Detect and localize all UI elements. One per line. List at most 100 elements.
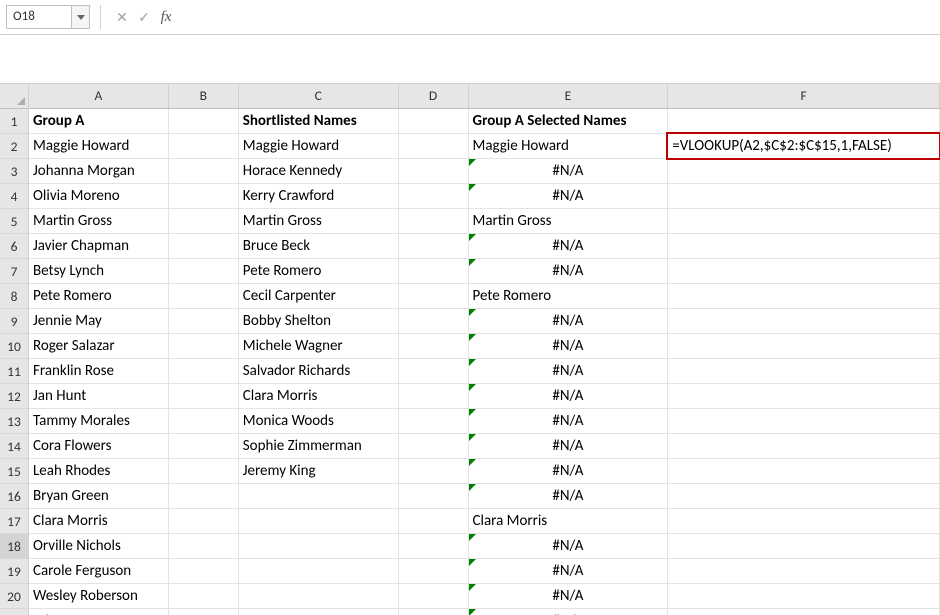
row-header[interactable]: 21	[0, 609, 28, 615]
cell[interactable]	[399, 309, 469, 334]
row-header[interactable]: 5	[0, 209, 28, 234]
cell[interactable]	[668, 534, 940, 559]
col-header-B[interactable]: B	[169, 84, 239, 108]
cell[interactable]: #N/A	[469, 234, 669, 259]
cell[interactable]: Clara Morris	[239, 384, 399, 409]
cell[interactable]	[399, 609, 469, 615]
cell[interactable]	[169, 359, 239, 384]
cell[interactable]: #N/A	[469, 484, 669, 509]
cell[interactable]: Bobby Shelton	[239, 309, 399, 334]
cell[interactable]	[668, 309, 940, 334]
cell[interactable]	[169, 309, 239, 334]
cell[interactable]	[169, 259, 239, 284]
cell[interactable]: Pete Romero	[239, 259, 399, 284]
row-header[interactable]: 17	[0, 509, 28, 534]
cell[interactable]: #N/A	[469, 609, 669, 615]
row-header[interactable]: 11	[0, 359, 28, 384]
cell[interactable]: Betsy Lynch	[29, 259, 169, 284]
cell[interactable]: Martin Gross	[239, 209, 399, 234]
row-header[interactable]: 4	[0, 184, 28, 209]
cell[interactable]	[169, 209, 239, 234]
cell[interactable]: Carole Ferguson	[29, 559, 169, 584]
select-all-button[interactable]	[0, 84, 28, 109]
cell[interactable]	[239, 509, 399, 534]
row-header[interactable]: 2	[0, 134, 28, 159]
cell[interactable]: #N/A	[469, 159, 669, 184]
cell[interactable]	[668, 209, 940, 234]
row-header[interactable]: 12	[0, 384, 28, 409]
cell[interactable]: Krista Greer	[29, 609, 169, 615]
cell[interactable]	[399, 459, 469, 484]
row-header[interactable]: 16	[0, 484, 28, 509]
row-header[interactable]: 7	[0, 259, 28, 284]
cell[interactable]	[668, 384, 940, 409]
cell[interactable]	[169, 434, 239, 459]
cell[interactable]	[668, 184, 940, 209]
row-header[interactable]: 18	[0, 534, 28, 559]
col-header-E[interactable]: E	[469, 84, 669, 108]
cell[interactable]	[169, 334, 239, 359]
cell[interactable]	[169, 384, 239, 409]
cell[interactable]	[239, 559, 399, 584]
cell[interactable]	[169, 584, 239, 609]
row-header[interactable]: 8	[0, 284, 28, 309]
fx-icon[interactable]: fx	[155, 5, 177, 29]
cell[interactable]: Salvador Richards	[239, 359, 399, 384]
name-box[interactable]: O18	[6, 5, 72, 29]
cell[interactable]: Maggie Howard	[469, 134, 669, 159]
cell[interactable]: Sophie Zimmerman	[239, 434, 399, 459]
cell[interactable]	[668, 609, 940, 615]
cell[interactable]: Martin Gross	[469, 209, 669, 234]
cell[interactable]: Roger Salazar	[29, 334, 169, 359]
cell[interactable]: Shortlisted Names	[239, 109, 399, 134]
cell[interactable]	[668, 159, 940, 184]
cell[interactable]	[169, 559, 239, 584]
cell[interactable]: Jan Hunt	[29, 384, 169, 409]
cell[interactable]	[668, 109, 940, 134]
cell[interactable]: Pete Romero	[469, 284, 669, 309]
row-header[interactable]: 10	[0, 334, 28, 359]
cell[interactable]	[668, 359, 940, 384]
cell[interactable]: Franklin Rose	[29, 359, 169, 384]
cell[interactable]	[399, 534, 469, 559]
cell[interactable]	[169, 159, 239, 184]
cell[interactable]: Maggie Howard	[239, 134, 399, 159]
cell[interactable]: #N/A	[469, 559, 669, 584]
cell[interactable]	[169, 459, 239, 484]
row-header[interactable]: 9	[0, 309, 28, 334]
cell[interactable]: Bruce Beck	[239, 234, 399, 259]
cell[interactable]	[169, 184, 239, 209]
cell[interactable]: Horace Kennedy	[239, 159, 399, 184]
cell[interactable]	[239, 484, 399, 509]
cell[interactable]	[399, 434, 469, 459]
cell[interactable]	[399, 409, 469, 434]
cell[interactable]: Maggie Howard	[29, 134, 169, 159]
cell[interactable]	[399, 484, 469, 509]
cell[interactable]	[239, 584, 399, 609]
name-box-dropdown[interactable]	[72, 5, 90, 29]
col-header-D[interactable]: D	[399, 84, 469, 108]
cell[interactable]: Michele Wagner	[239, 334, 399, 359]
row-header[interactable]: 1	[0, 109, 28, 134]
cell[interactable]: Olivia Moreno	[29, 184, 169, 209]
cell[interactable]: Monica Woods	[239, 409, 399, 434]
cell[interactable]	[399, 109, 469, 134]
row-header[interactable]: 3	[0, 159, 28, 184]
row-header[interactable]: 13	[0, 409, 28, 434]
cell[interactable]	[169, 534, 239, 559]
cell[interactable]	[399, 209, 469, 234]
cell[interactable]	[169, 109, 239, 134]
row-header[interactable]: 14	[0, 434, 28, 459]
cell[interactable]	[668, 584, 940, 609]
cell[interactable]: Cora Flowers	[29, 434, 169, 459]
cell[interactable]	[399, 159, 469, 184]
cell[interactable]: #N/A	[469, 534, 669, 559]
row-header[interactable]: 20	[0, 584, 28, 609]
cell[interactable]: Leah Rhodes	[29, 459, 169, 484]
cell[interactable]	[668, 484, 940, 509]
cell[interactable]	[399, 284, 469, 309]
cell[interactable]	[668, 284, 940, 309]
cell[interactable]	[169, 234, 239, 259]
cell[interactable]	[169, 484, 239, 509]
cell[interactable]	[668, 234, 940, 259]
